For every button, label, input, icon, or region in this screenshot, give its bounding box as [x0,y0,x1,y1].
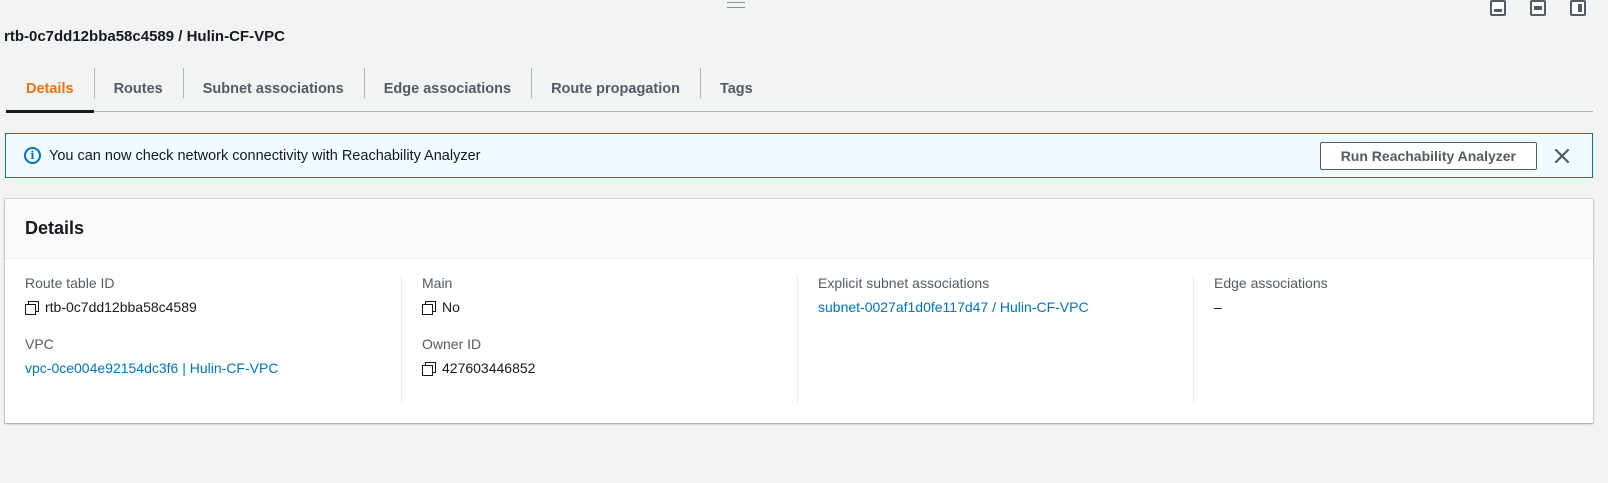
dock-side-icon[interactable] [1570,0,1586,16]
dock-bottom-icon[interactable] [1490,0,1506,16]
details-header: Details [5,199,1593,259]
route-table-detail-page: rtb-0c7dd12bba58c4589 / Hulin-CF-VPC Det… [0,0,1608,483]
info-banner: i You can now check network connectivity… [5,133,1593,178]
details-column-1: Route table ID rtb-0c7dd12bba58c4589 VPC… [5,275,401,403]
subnet-link[interactable]: subnet-0027af1d0fe117d47 / Hulin-CF-VPC [818,299,1173,315]
dock-split-icon[interactable] [1530,0,1546,16]
vpc-link[interactable]: vpc-0ce004e92154dc3f6 | Hulin-CF-VPC [25,360,381,376]
owner-id-value: 427603446852 [442,360,536,376]
window-controls [1490,0,1586,16]
details-column-4: Edge associations – [1193,275,1589,403]
owner-id-label: Owner ID [422,336,482,352]
edge-associations-value: – [1214,299,1222,315]
tab-details[interactable]: Details [6,67,94,113]
tab-routes[interactable]: Routes [93,67,183,111]
main-label: Main [422,275,453,291]
tab-subnet-associations[interactable]: Subnet associations [182,67,364,111]
route-table-id-value: rtb-0c7dd12bba58c4589 [45,299,197,315]
copy-icon[interactable] [422,361,436,376]
details-panel: Details Route table ID rtb-0c7dd12bba58c… [5,199,1593,423]
tab-route-propagation[interactable]: Route propagation [531,67,700,111]
close-icon[interactable] [1552,146,1572,166]
banner-message: You can now check network connectivity w… [49,147,481,164]
resize-handle[interactable] [727,2,745,8]
details-column-2: Main No Owner ID 427603446852 [401,275,797,403]
explicit-subnet-associations-label: Explicit subnet associations [818,275,990,291]
route-table-id-label: Route table ID [25,275,115,291]
run-reachability-analyzer-button[interactable]: Run Reachability Analyzer [1319,142,1537,170]
page-title: rtb-0c7dd12bba58c4589 / Hulin-CF-VPC [4,28,285,45]
copy-icon[interactable] [25,300,39,315]
copy-icon[interactable] [422,300,436,315]
edge-associations-label: Edge associations [1214,275,1328,291]
details-column-3: Explicit subnet associations subnet-0027… [797,275,1193,403]
details-heading: Details [25,218,85,238]
tab-edge-associations[interactable]: Edge associations [363,67,531,111]
vpc-label: VPC [25,336,54,352]
info-icon: i [24,147,41,164]
main-value: No [442,299,460,315]
tab-bar: Details Routes Subnet associations Edge … [6,67,1593,113]
tab-tags[interactable]: Tags [699,67,773,111]
